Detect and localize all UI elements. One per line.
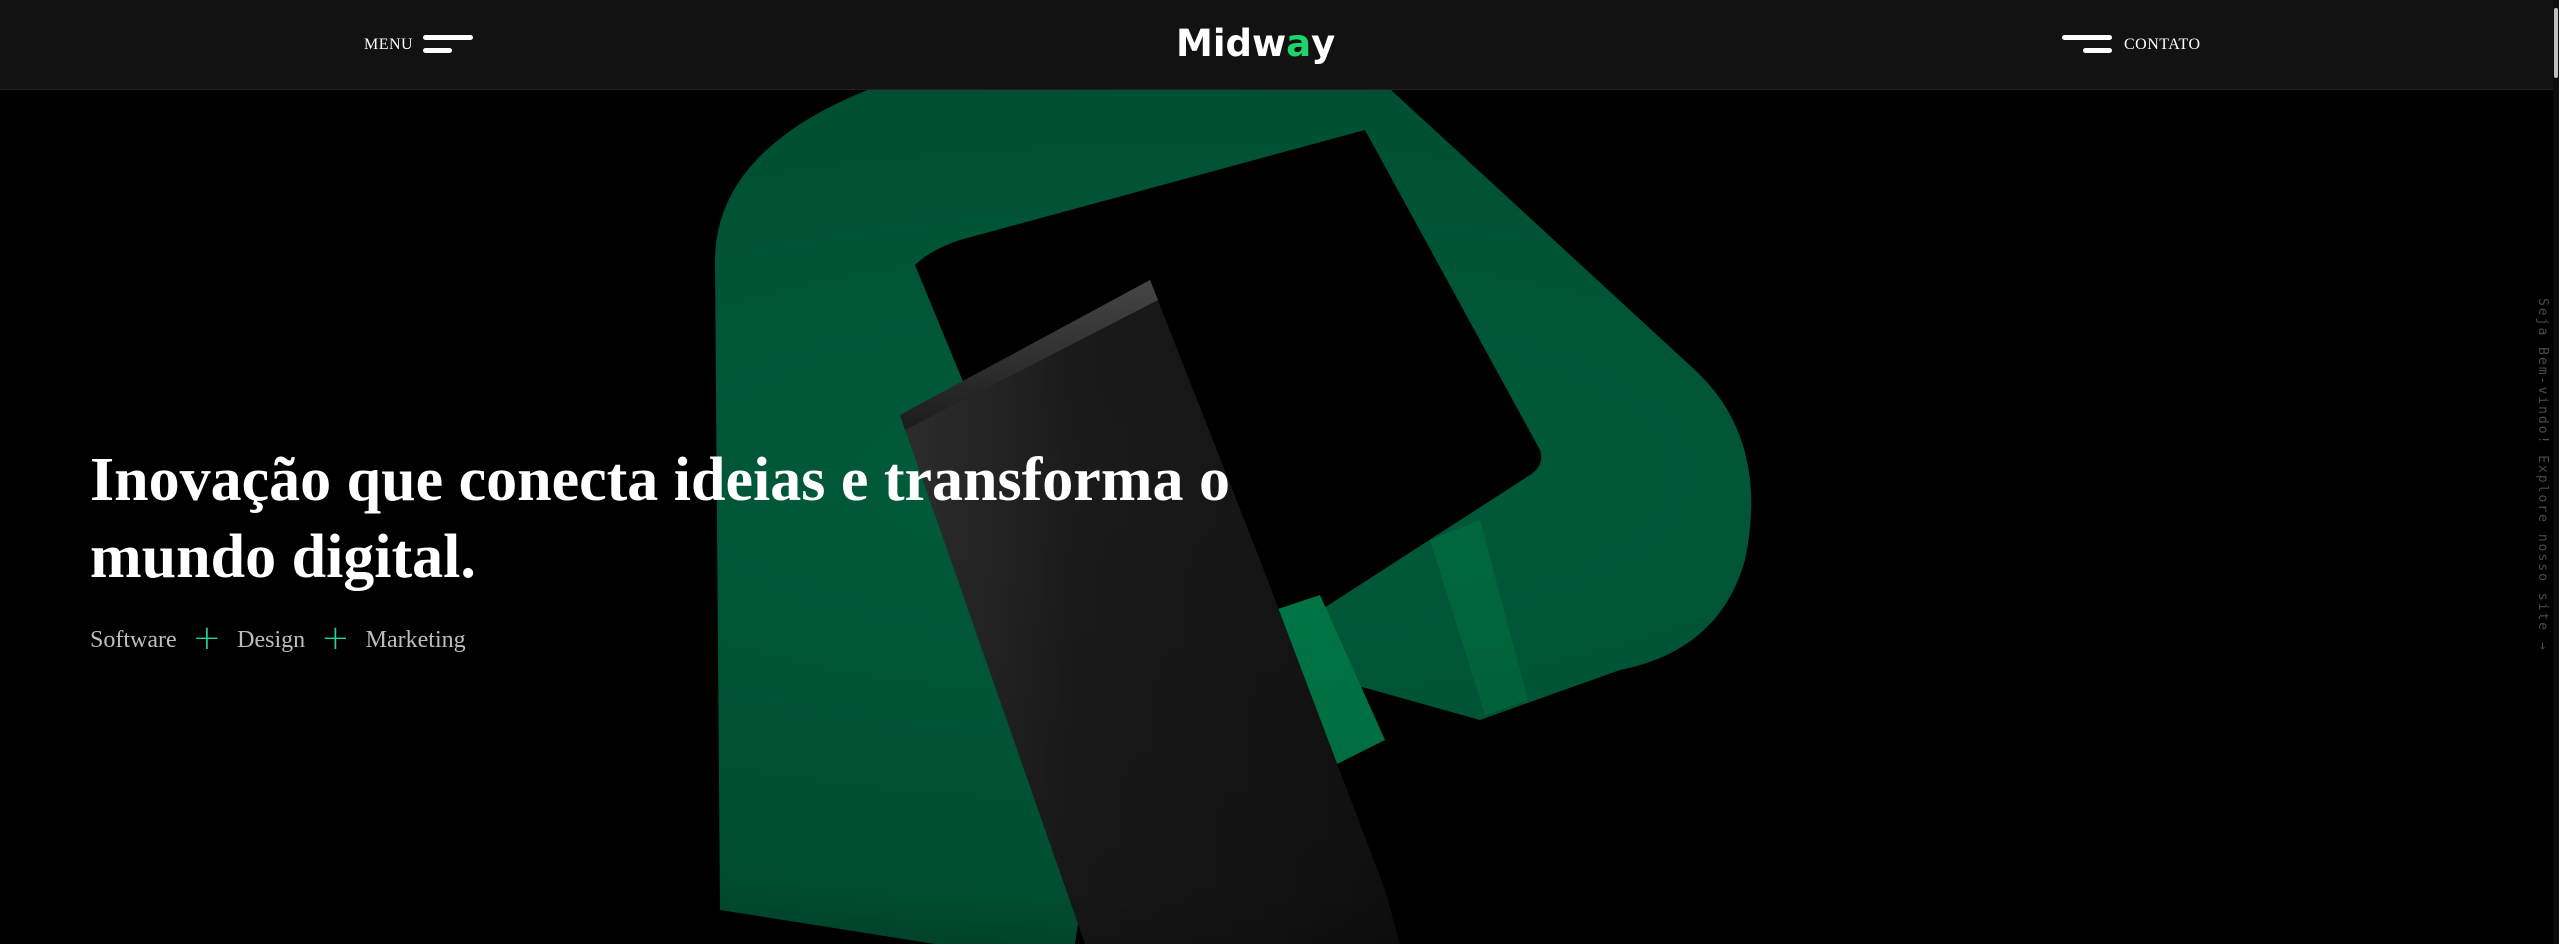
contact-label: CONTATO (2124, 36, 2201, 53)
service-design: Design (237, 626, 306, 653)
scrollbar-thumb[interactable] (2554, 8, 2558, 78)
hamburger-icon (2062, 33, 2112, 57)
plus-icon: + (321, 618, 350, 658)
hero-section: Inovação que conecta ideias e transforma… (0, 90, 2553, 944)
service-software: Software (90, 626, 177, 653)
top-header: MENU Midw a y CONTATO (0, 0, 2559, 90)
logo-text-suffix: y (1311, 21, 1336, 65)
scroll-hint-text: Seja Bem-vindo! Explore nosso site → (2535, 298, 2550, 652)
hero-headline: Inovação que conecta ideias e transforma… (90, 446, 1230, 591)
hamburger-icon (423, 33, 474, 57)
contact-button[interactable]: CONTATO (2062, 30, 2201, 60)
services-list: Software + Design + Marketing (90, 618, 466, 658)
logo-text-prefix: Midw (1176, 21, 1287, 65)
menu-button[interactable]: MENU (364, 30, 474, 60)
logo[interactable]: Midw a y (1176, 18, 1335, 68)
plus-icon: + (192, 618, 222, 658)
menu-label: MENU (364, 36, 414, 53)
service-marketing: Marketing (365, 626, 466, 653)
page-scrollbar[interactable] (2553, 0, 2559, 944)
logo-text-accent: a (1286, 21, 1312, 65)
